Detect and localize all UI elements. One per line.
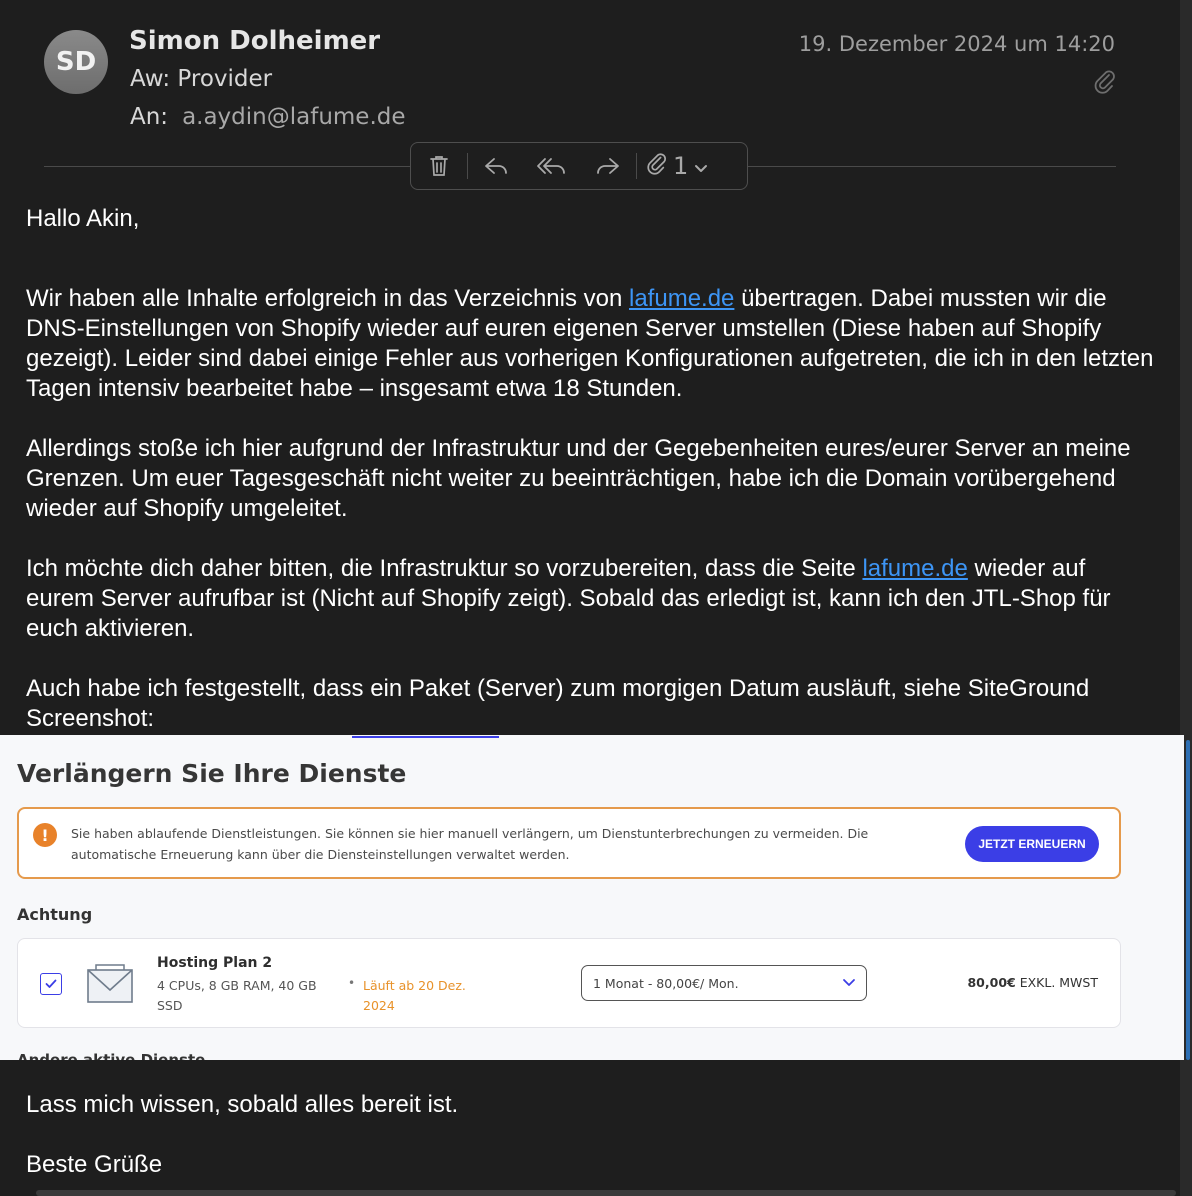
paperclip-icon <box>1092 68 1116 94</box>
reply-icon[interactable] <box>468 143 524 189</box>
expiry-date: Läuft ab 20 Dez. 2024 <box>363 978 466 1013</box>
alert-text: Sie haben ablaufende Dienstleistungen. S… <box>71 826 869 862</box>
lafume-link[interactable]: lafume.de <box>862 555 967 582</box>
embedded-screenshot[interactable]: Verlängern Sie Ihre Dienste ! Sie haben … <box>0 735 1184 1060</box>
trash-icon[interactable] <box>411 143 467 189</box>
signoff: Beste Grüße <box>26 1151 163 1178</box>
plan-select-value: 1 Monat - 80,00€/ Mon. <box>593 975 739 991</box>
horizontal-scrollbar[interactable] <box>36 1190 1176 1196</box>
greeting: Hallo Akin, <box>26 205 140 232</box>
lafume-link[interactable]: lafume.de <box>629 285 734 312</box>
bullet: • <box>348 976 356 990</box>
envelope-icon <box>86 964 134 1008</box>
recipient-row: An: a.aydin@lafume.de <box>130 104 406 130</box>
price: 80,00€ EXKL. MWST <box>967 975 1098 990</box>
attachment-count: 1 <box>673 152 689 180</box>
to-label: An: <box>130 104 169 130</box>
service-row: Hosting Plan 2 4 CPUs, 8 GB RAM, 40 GB S… <box>17 938 1121 1028</box>
avatar: SD <box>44 30 108 94</box>
section-label-cut: Andere aktive Dienste <box>17 1051 206 1060</box>
section-label: Achtung <box>17 905 93 924</box>
sender-name[interactable]: Simon Dolheimer <box>129 26 380 56</box>
expiry-alert: ! Sie haben ablaufende Dienstleistungen.… <box>17 807 1121 879</box>
paragraph-2: Allerdings stoße ich hier aufgrund der I… <box>26 435 1131 522</box>
subject: Aw: Provider <box>130 66 273 92</box>
message-body: Hallo Akin, Wir haben alle Inhalte erfol… <box>26 204 1156 734</box>
paragraph-3: Ich möchte dich daher bitten, die Infras… <box>26 555 1111 642</box>
attachments-button[interactable]: 1 <box>637 151 708 181</box>
paragraph-1: Wir haben alle Inhalte erfolgreich in da… <box>26 285 1154 402</box>
scrollbar-thumb[interactable] <box>1186 740 1190 1060</box>
renew-now-button[interactable]: JETZT ERNEUERN <box>965 826 1099 862</box>
chevron-down-icon <box>694 152 708 180</box>
date: 19. Dezember 2024 um 14:20 <box>798 32 1115 56</box>
closing-line: Lass mich wissen, sobald alles bereit is… <box>26 1091 459 1118</box>
screenshot-title: Verlängern Sie Ihre Dienste <box>17 759 407 788</box>
forward-icon[interactable] <box>580 143 636 189</box>
paragraph-4: Auch habe ich festgestellt, dass ein Pak… <box>26 675 1090 732</box>
chevron-down-icon <box>842 976 856 991</box>
service-specs: 4 CPUs, 8 GB RAM, 40 GB SSD <box>157 978 317 1013</box>
recipient-address[interactable]: a.aydin@lafume.de <box>182 104 405 130</box>
closing: Lass mich wissen, sobald alles bereit is… <box>26 1090 458 1180</box>
reply-all-icon[interactable] <box>524 143 580 189</box>
service-name: Hosting Plan 2 <box>157 955 273 971</box>
service-checkbox[interactable] <box>40 973 62 995</box>
plan-select[interactable]: 1 Monat - 80,00€/ Mon. <box>581 965 867 1001</box>
paperclip-icon <box>645 151 667 181</box>
warning-icon: ! <box>33 823 57 847</box>
active-tab-indicator <box>352 736 499 738</box>
message-toolbar: 1 <box>410 142 748 190</box>
